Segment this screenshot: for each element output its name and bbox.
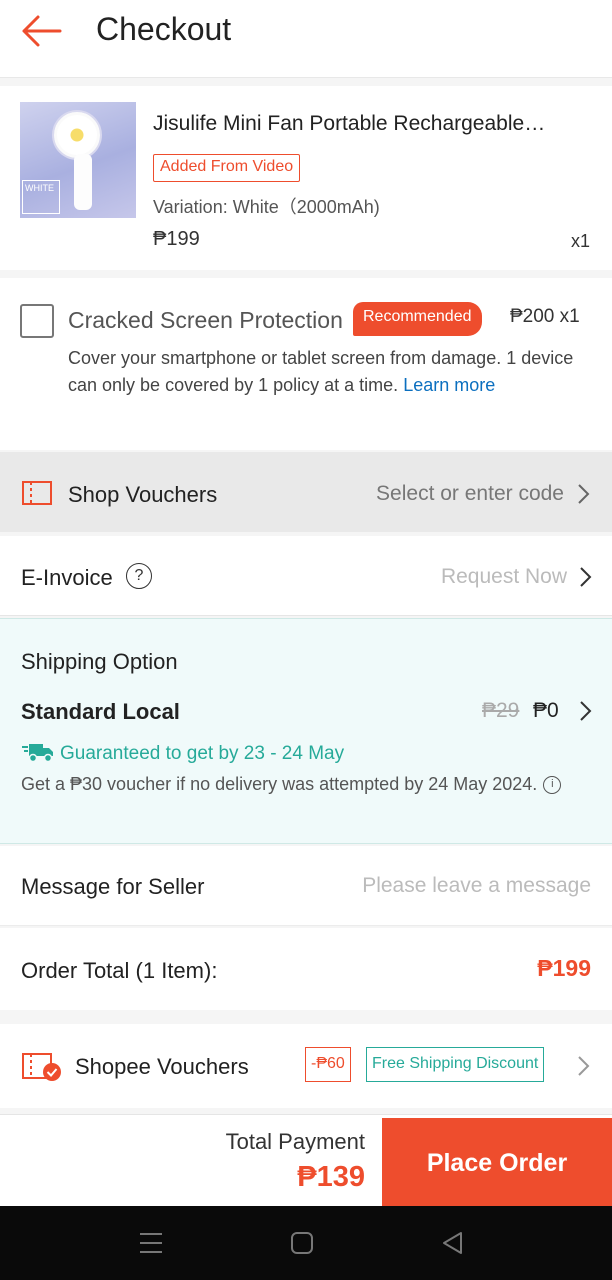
order-total-row: Order Total (1 Item): ₱199: [0, 928, 612, 1010]
truck-icon: [22, 744, 53, 763]
shipping-guarantee: Guaranteed to get by 23 - 24 May: [60, 743, 345, 764]
total-payment-amount: ₱139: [297, 1161, 365, 1193]
app-header: Checkout: [0, 0, 612, 78]
total-payment-label: Total Payment: [225, 1129, 365, 1154]
chevron-right-icon: [578, 484, 590, 504]
message-seller-row[interactable]: Message for Seller Please leave a messag…: [0, 846, 612, 926]
discount-tag: -₱60: [305, 1047, 351, 1082]
product-quantity: x1: [570, 231, 590, 251]
page-title: Checkout: [96, 11, 232, 47]
order-total-label: Order Total (1 Item):: [21, 958, 218, 983]
shipping-method: Standard Local: [21, 699, 180, 724]
product-card[interactable]: WHITE Jisulife Mini Fan Portable Recharg…: [0, 86, 612, 270]
shop-vouchers-action[interactable]: Select or enter code: [376, 482, 564, 506]
protection-description: Cover your smartphone or tablet screen f…: [68, 348, 574, 395]
chevron-right-icon: [578, 1056, 590, 1076]
shipping-price: ₱0: [533, 699, 559, 722]
message-input[interactable]: Please leave a message: [362, 874, 591, 898]
menu-icon[interactable]: [137, 1230, 165, 1256]
voucher-check-icon: [22, 1053, 61, 1081]
voucher-ticket-icon: [22, 481, 52, 505]
message-label: Message for Seller: [21, 874, 205, 899]
shop-vouchers-row[interactable]: Shop Vouchers Select or enter code: [0, 452, 612, 532]
chevron-right-icon: [580, 701, 592, 721]
back-arrow-icon[interactable]: [20, 14, 64, 48]
shop-vouchers-label: Shop Vouchers: [68, 482, 218, 507]
free-shipping-tag: Free Shipping Discount: [366, 1047, 545, 1082]
shopee-vouchers-label: Shopee Vouchers: [75, 1054, 249, 1079]
chevron-right-icon: [580, 567, 592, 587]
question-icon[interactable]: ?: [126, 563, 152, 589]
learn-more-link[interactable]: Learn more: [403, 375, 495, 395]
shipping-title: Shipping Option: [21, 649, 178, 674]
order-total-amount: ₱199: [537, 955, 591, 981]
system-nav-bar: [0, 1206, 612, 1280]
shipping-note: Get a ₱30 voucher if no delivery was att…: [21, 773, 581, 796]
shopee-vouchers-row[interactable]: Shopee Vouchers -₱60 Free Shipping Disco…: [0, 1024, 612, 1108]
back-triangle-icon[interactable]: [439, 1230, 467, 1256]
recommended-badge: Recommended: [353, 302, 482, 336]
protection-title: Cracked Screen Protection: [68, 307, 343, 333]
place-order-button[interactable]: Place Order: [382, 1118, 612, 1208]
added-from-video-badge: Added From Video: [153, 154, 301, 182]
product-price: ₱199: [153, 228, 200, 250]
checkout-footer: Total Payment ₱139 Place Order: [0, 1114, 612, 1208]
einvoice-label: E-Invoice: [21, 565, 113, 590]
protection-price: ₱200 x1: [510, 306, 580, 327]
product-thumbnail: WHITE: [20, 102, 136, 218]
info-icon[interactable]: i: [543, 776, 562, 794]
thumbnail-label: WHITE: [22, 180, 60, 214]
einvoice-action[interactable]: Request Now: [441, 565, 567, 589]
home-icon[interactable]: [288, 1230, 316, 1256]
shipping-original-price: ₱29: [482, 699, 520, 722]
einvoice-row[interactable]: E-Invoice ? Request Now: [0, 536, 612, 616]
shipping-option-section[interactable]: Shipping Option Standard Local ₱29 ₱0 Gu…: [0, 618, 612, 844]
protection-checkbox[interactable]: [20, 304, 54, 338]
product-name: Jisulife Mini Fan Portable Rechargeable…: [153, 112, 546, 135]
product-variation: Variation: White（2000mAh): [153, 197, 380, 217]
screen-protection-section: Cracked Screen Protection Recommended ₱2…: [0, 278, 612, 450]
